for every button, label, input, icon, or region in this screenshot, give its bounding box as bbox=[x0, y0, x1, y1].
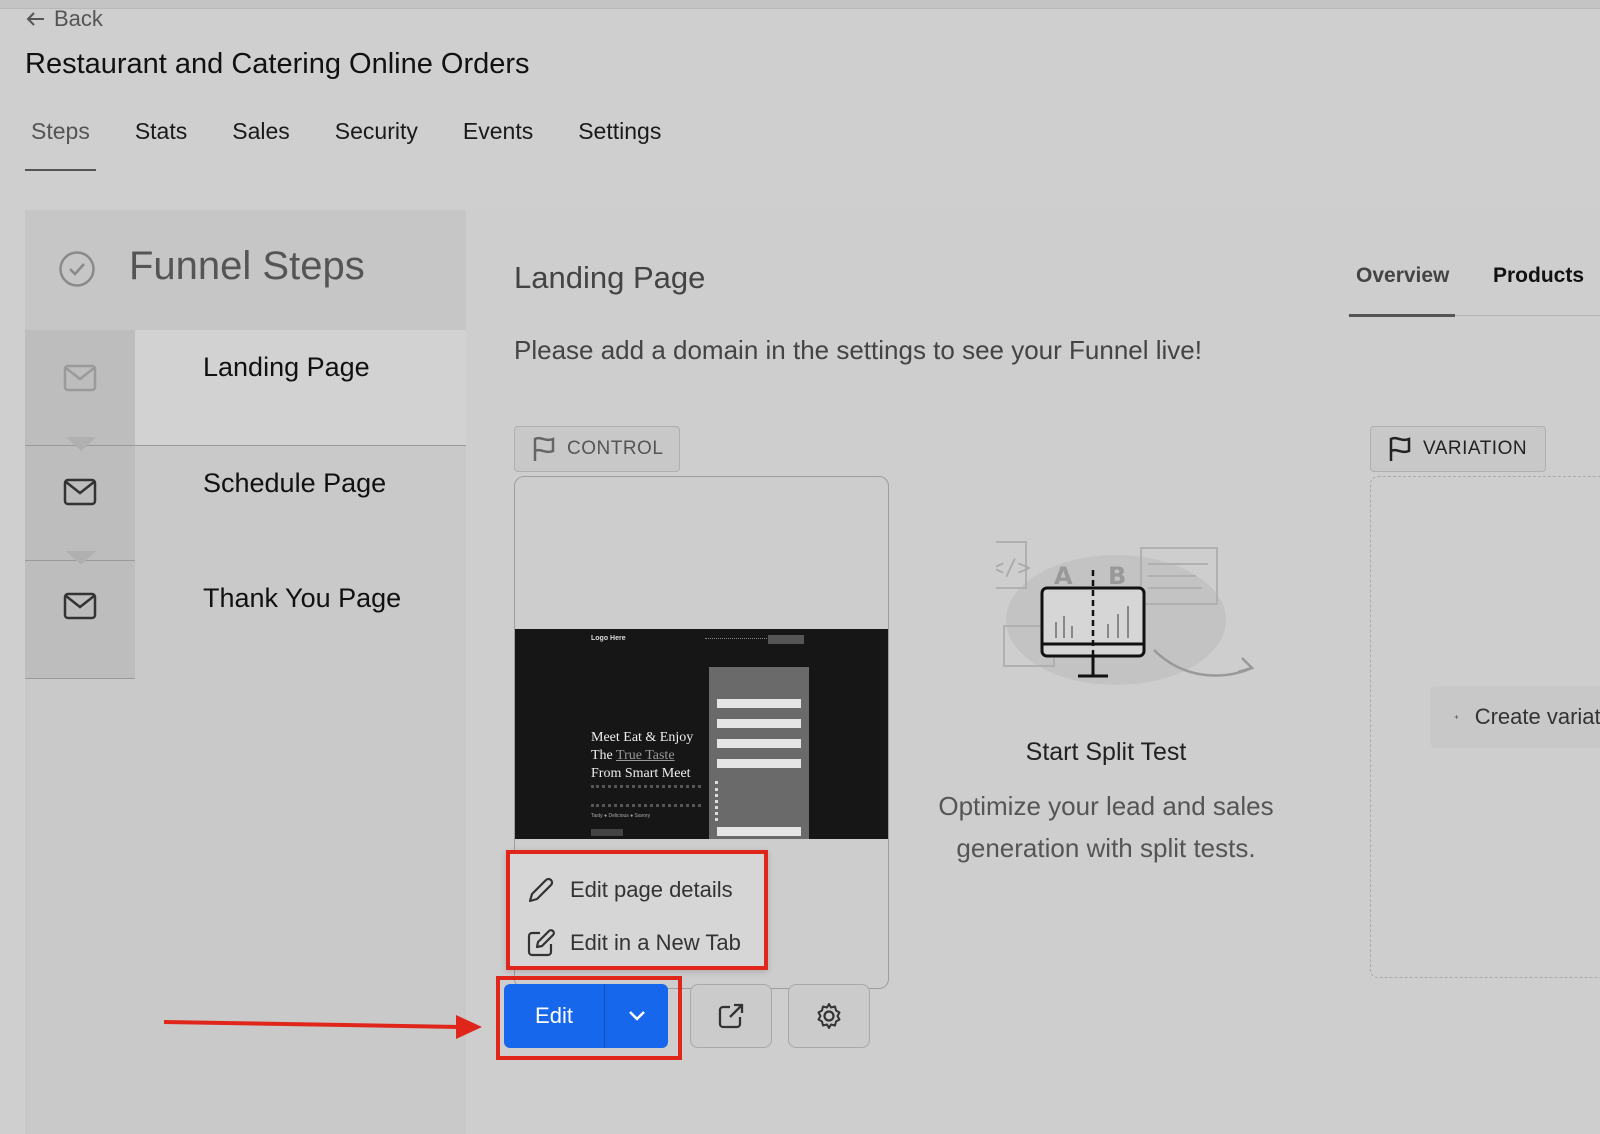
step-divider bbox=[25, 678, 135, 679]
preview-headline: Meet Eat & Enjoy The True Taste From Sma… bbox=[591, 730, 694, 781]
mail-icon bbox=[63, 364, 97, 392]
step-label: Landing Page bbox=[203, 352, 370, 382]
external-link-icon bbox=[718, 1003, 744, 1029]
step-connector bbox=[66, 437, 96, 451]
menu-item-edit-page-details[interactable]: Edit page details bbox=[526, 875, 733, 905]
split-test-title: Start Split Test bbox=[1025, 738, 1187, 766]
domain-notice: Please add a domain in the settings to s… bbox=[514, 335, 1202, 365]
check-circle-icon bbox=[59, 251, 95, 287]
svg-text:A: A bbox=[1054, 562, 1073, 590]
menu-item-edit-new-tab[interactable]: Edit in a New Tab bbox=[526, 928, 741, 958]
variation-label: VARIATION bbox=[1423, 438, 1528, 459]
preview-tagline: Tasty ● Delicious ● Savory bbox=[591, 813, 651, 819]
preview-logo: Logo Here bbox=[591, 635, 626, 642]
page-title: Restaurant and Catering Online Orders bbox=[25, 48, 530, 80]
split-test-illustration: </> A B bbox=[996, 541, 1255, 685]
funnel-steps-sidebar: Funnel Steps Landing Page Schedule Page … bbox=[25, 210, 466, 1134]
open-page-button[interactable] bbox=[690, 984, 772, 1048]
annotation-arrow bbox=[163, 1015, 482, 1039]
edit-dropdown-menu: Edit page details Edit in a New Tab bbox=[506, 850, 768, 970]
tab-settings[interactable]: Settings bbox=[572, 118, 667, 171]
tab-products[interactable]: Products bbox=[1493, 264, 1584, 288]
preview-field bbox=[717, 719, 801, 728]
top-bar bbox=[0, 0, 1600, 9]
active-tab-indicator bbox=[1349, 314, 1455, 317]
edit-dropdown-toggle[interactable] bbox=[605, 984, 668, 1048]
preview-body-text bbox=[591, 785, 701, 807]
mail-icon bbox=[63, 478, 97, 506]
edit-split-button: Edit bbox=[504, 984, 668, 1048]
back-label: Back bbox=[54, 6, 103, 31]
preview-field bbox=[717, 759, 801, 768]
step-title: Landing Page bbox=[514, 260, 706, 295]
preview-field bbox=[717, 699, 801, 708]
chevron-down-icon bbox=[628, 1011, 645, 1021]
step-label: Schedule Page bbox=[203, 468, 387, 498]
plus-icon bbox=[1454, 715, 1459, 719]
preview-field bbox=[717, 827, 801, 836]
tab-security[interactable]: Security bbox=[329, 118, 424, 171]
control-label: CONTROL bbox=[567, 438, 664, 459]
arrow-left-icon bbox=[26, 12, 44, 26]
tab-events[interactable]: Events bbox=[457, 118, 539, 171]
preview-nav bbox=[705, 638, 775, 640]
page-settings-button[interactable] bbox=[788, 984, 870, 1048]
step-connector bbox=[66, 551, 96, 565]
preview-form bbox=[709, 667, 809, 839]
page-thumbnail: Logo Here Meet Eat & Enjoy The True Tast… bbox=[515, 629, 888, 839]
preview-nav-button bbox=[768, 635, 804, 644]
tab-overview[interactable]: Overview bbox=[1356, 264, 1449, 288]
sidebar-header: Funnel Steps bbox=[25, 210, 466, 330]
tab-sales[interactable]: Sales bbox=[226, 118, 296, 171]
svg-text:B: B bbox=[1108, 562, 1126, 590]
tab-stats[interactable]: Stats bbox=[129, 118, 193, 171]
pencil-icon bbox=[528, 877, 554, 903]
step-detail-panel: Landing Page Overview Products Please ad… bbox=[466, 210, 1600, 1134]
preview-button bbox=[591, 829, 623, 836]
tab-steps[interactable]: Steps bbox=[25, 118, 96, 171]
step-label: Thank You Page bbox=[203, 583, 402, 613]
sidebar-title: Funnel Steps bbox=[129, 244, 365, 288]
menu-item-label: Edit in a New Tab bbox=[570, 930, 741, 955]
create-variation-button[interactable]: Create variation bbox=[1430, 686, 1600, 748]
sidebar-item-thank-you-page[interactable]: Thank You Page bbox=[135, 561, 466, 677]
sidebar-item-schedule-page[interactable]: Schedule Page bbox=[135, 446, 466, 562]
mail-icon bbox=[63, 592, 97, 620]
edit-button[interactable]: Edit bbox=[504, 984, 604, 1048]
create-variation-label: Create variation bbox=[1474, 704, 1600, 729]
preview-dots bbox=[715, 781, 718, 821]
gear-icon bbox=[817, 1003, 841, 1029]
variation-badge: VARIATION bbox=[1370, 426, 1546, 472]
flag-icon bbox=[1389, 436, 1411, 461]
svg-text:</>: </> bbox=[996, 556, 1031, 581]
sidebar-item-landing-page[interactable]: Landing Page bbox=[135, 330, 466, 446]
top-tabs: Steps Stats Sales Security Events Settin… bbox=[25, 118, 700, 171]
preview-field bbox=[717, 739, 801, 748]
split-test-description: Optimize your lead and sales generation … bbox=[938, 791, 1274, 863]
flag-icon bbox=[533, 436, 555, 461]
menu-item-label: Edit page details bbox=[570, 877, 733, 902]
back-link[interactable]: Back bbox=[26, 6, 103, 32]
edit-square-icon bbox=[527, 929, 555, 957]
control-badge: CONTROL bbox=[514, 426, 680, 472]
